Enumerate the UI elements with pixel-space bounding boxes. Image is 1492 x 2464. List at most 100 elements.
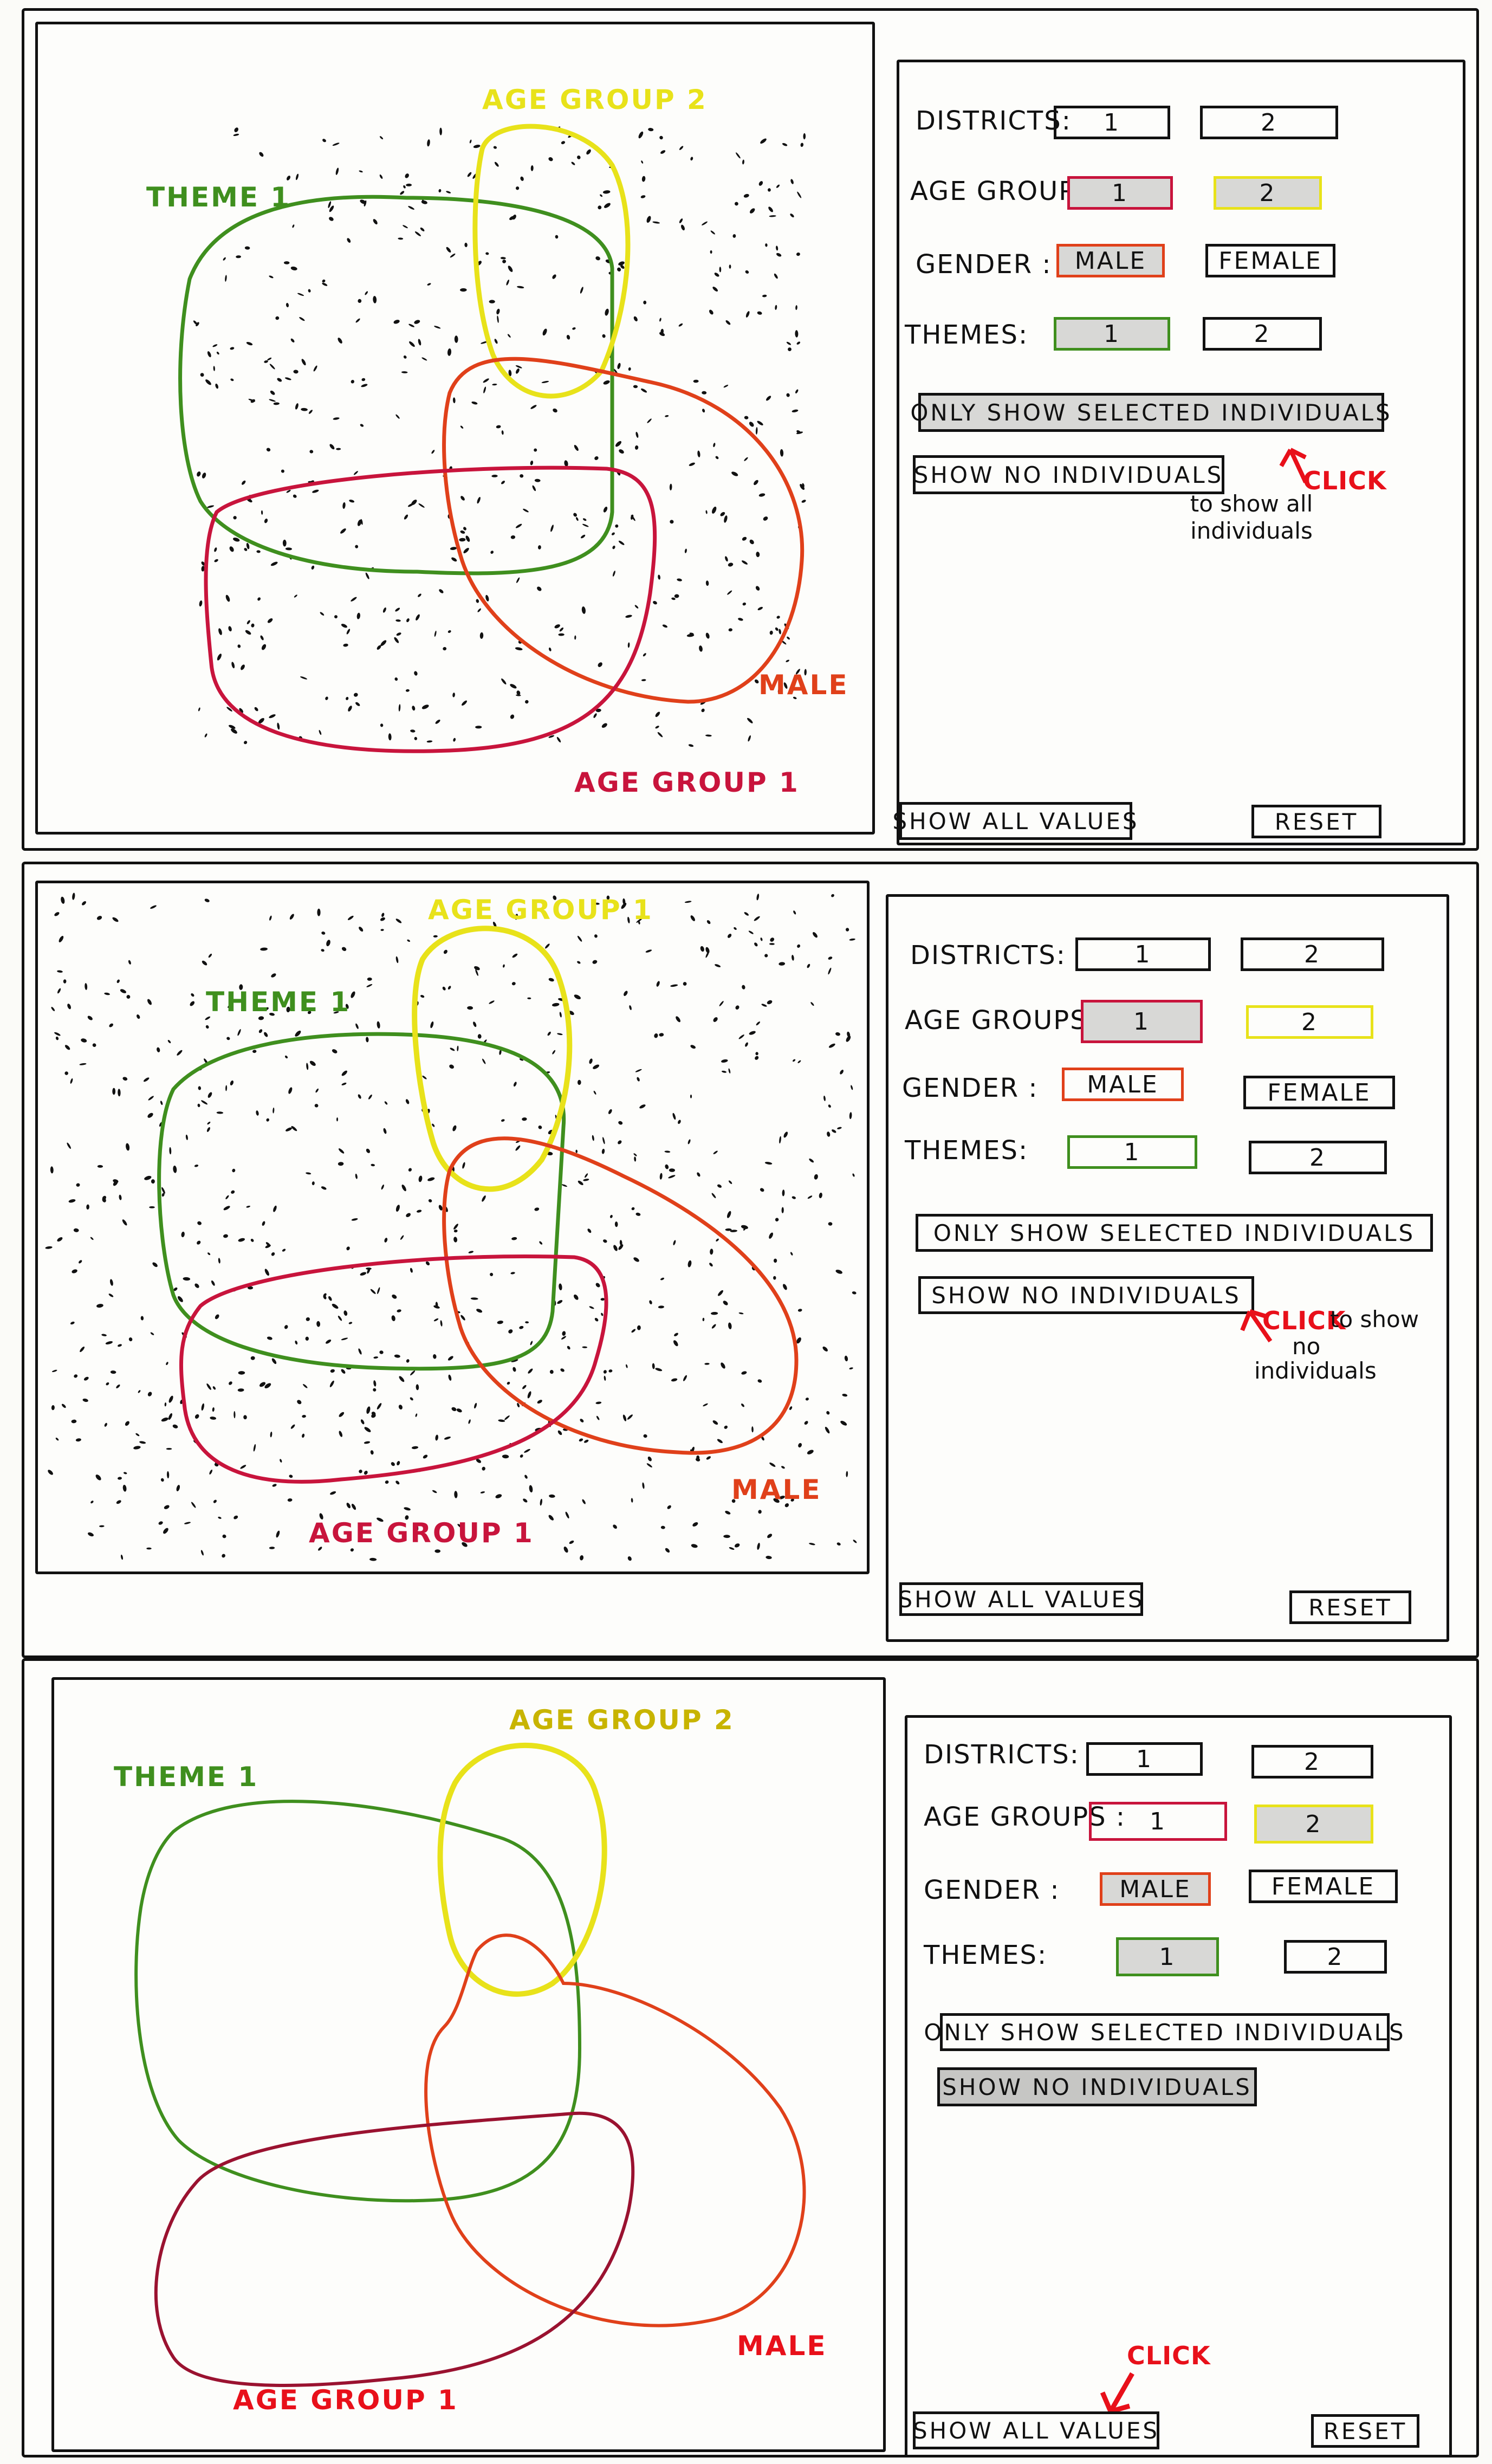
individual-dot — [406, 1213, 411, 1218]
district-1-button[interactable]: 1 — [1086, 1742, 1203, 1776]
female-button[interactable]: FEMALE — [1249, 1870, 1398, 1903]
show-no-individuals-button[interactable]: SHOW NO INDIVIDUALS — [918, 1276, 1254, 1314]
individual-dot — [309, 1060, 316, 1066]
individual-dot — [212, 1386, 216, 1390]
individual-dot — [281, 469, 284, 473]
individual-dot — [516, 577, 520, 583]
individual-dot — [667, 1505, 671, 1509]
female-button[interactable]: FEMALE — [1205, 244, 1335, 277]
only-show-selected-button[interactable]: ONLY SHOW SELECTED INDIVIDUALS — [910, 393, 1390, 432]
individual-dot — [207, 505, 215, 508]
individual-dot — [853, 1540, 857, 1543]
individual-dot — [633, 1257, 639, 1262]
district-1-button[interactable]: 1 — [1075, 937, 1211, 971]
individual-dot — [152, 1262, 158, 1267]
individual-dot — [55, 1437, 59, 1441]
individual-dot — [593, 1090, 596, 1095]
individual-dot — [585, 1173, 588, 1178]
individual-dot — [366, 1267, 372, 1270]
individual-dot — [711, 1311, 718, 1315]
individual-dot — [768, 206, 773, 212]
individual-dot — [194, 1283, 199, 1288]
theme-2-button[interactable]: 2 — [1203, 317, 1322, 351]
age-group-1-region — [154, 2111, 635, 2387]
individual-dot — [849, 1112, 852, 1120]
individual-dot — [395, 1205, 400, 1212]
individual-dot — [273, 1205, 277, 1212]
individual-dot — [751, 1426, 754, 1433]
age-group-2-button[interactable]: 2 — [1254, 1805, 1373, 1844]
individual-dot — [835, 1270, 842, 1274]
individual-dot — [183, 1277, 191, 1281]
age-group-1-button[interactable]: 1 — [1067, 176, 1173, 210]
age-group-2-button[interactable]: 2 — [1246, 1005, 1373, 1039]
show-no-individuals-button[interactable]: SHOW NO INDIVIDUALS — [913, 455, 1224, 494]
male-button[interactable]: MALE — [1100, 1872, 1211, 1906]
show-all-values-button[interactable]: SHOW ALL VALUES — [892, 802, 1137, 840]
individual-dot — [366, 1406, 371, 1414]
individual-dot — [457, 1045, 459, 1051]
individual-dot — [366, 1037, 369, 1043]
theme-1-button[interactable]: 1 — [1054, 317, 1170, 351]
individual-dot — [583, 1179, 589, 1181]
age-group-1-button[interactable]: 1 — [1089, 1802, 1227, 1841]
individual-dot — [575, 517, 579, 521]
individual-dot — [813, 932, 818, 938]
theme-1-button[interactable]: 1 — [1116, 1937, 1219, 1976]
individual-dot — [845, 928, 849, 932]
individual-dot — [779, 962, 786, 966]
individual-dot — [540, 1498, 542, 1506]
individual-dot — [755, 1052, 758, 1056]
female-button[interactable]: FEMALE — [1243, 1076, 1395, 1109]
show-all-values-button[interactable]: SHOW ALL VALUES — [913, 2411, 1159, 2449]
reset-button[interactable]: RESET — [1251, 805, 1381, 838]
districts-label: DISTRICTS: — [910, 940, 1066, 971]
individual-dot — [343, 1310, 348, 1316]
individual-dot — [468, 1419, 471, 1424]
individual-dot — [290, 338, 295, 342]
individual-dot — [245, 630, 251, 635]
individual-dot — [377, 1021, 380, 1029]
individual-dot — [734, 927, 737, 930]
individual-dot — [654, 1033, 658, 1038]
theme-1-button[interactable]: 1 — [1067, 1135, 1197, 1169]
individual-dot — [659, 1033, 664, 1037]
individual-dot — [340, 528, 346, 534]
show-no-individuals-button[interactable]: SHOW NO INDIVIDUALS — [937, 2067, 1257, 2106]
only-show-selected-button[interactable]: ONLY SHOW SELECTED INDIVIDUALS — [916, 1214, 1433, 1252]
individual-dot — [728, 1180, 732, 1184]
district-1-button[interactable]: 1 — [1054, 106, 1170, 139]
district-2-button[interactable]: 2 — [1200, 106, 1338, 139]
individual-dot — [246, 620, 250, 624]
individual-dot — [589, 1058, 593, 1064]
theme-2-button[interactable]: 2 — [1284, 1940, 1387, 1974]
individual-dot — [491, 474, 498, 477]
age-group-2-button[interactable]: 2 — [1214, 176, 1322, 210]
individual-dot — [476, 1309, 483, 1313]
individual-dot — [496, 425, 501, 429]
individual-dot — [341, 624, 347, 628]
individual-dot — [807, 963, 810, 968]
male-button[interactable]: MALE — [1056, 244, 1165, 277]
reset-button[interactable]: RESET — [1289, 1590, 1411, 1624]
district-2-button[interactable]: 2 — [1251, 1745, 1373, 1779]
individual-dot — [202, 960, 207, 966]
individual-dot — [394, 1354, 400, 1358]
individual-dot — [70, 1078, 73, 1084]
individual-dot — [643, 1434, 647, 1438]
individual-dot — [209, 1469, 213, 1475]
individual-dot — [837, 1127, 842, 1129]
age-group-1-button[interactable]: 1 — [1081, 1000, 1203, 1043]
only-show-selected-button[interactable]: ONLY SHOW SELECTED INDIVIDUALS — [924, 2013, 1404, 2051]
male-button[interactable]: MALE — [1062, 1068, 1184, 1101]
individual-dot — [508, 1329, 513, 1334]
individual-dot — [781, 1207, 784, 1213]
individual-dot — [351, 1504, 356, 1510]
show-all-values-button[interactable]: SHOW ALL VALUES — [898, 1582, 1143, 1616]
individual-dot — [609, 1214, 613, 1218]
individual-dot — [166, 1362, 168, 1366]
reset-button[interactable]: RESET — [1311, 2414, 1419, 2448]
district-2-button[interactable]: 2 — [1241, 937, 1384, 971]
individual-dot — [393, 320, 400, 324]
theme-2-button[interactable]: 2 — [1249, 1141, 1387, 1174]
